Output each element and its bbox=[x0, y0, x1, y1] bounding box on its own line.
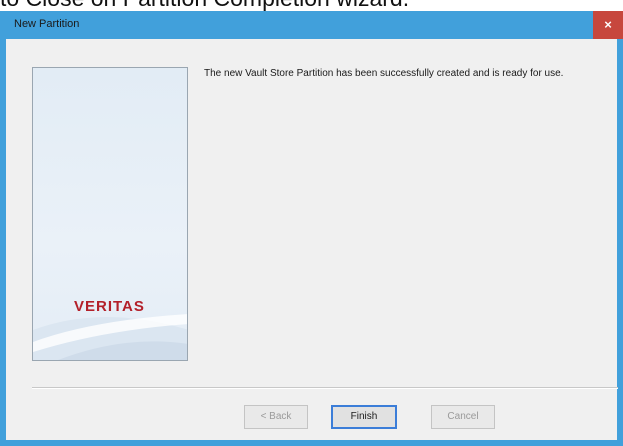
caption-text: to Close on Partition Completion wizard. bbox=[0, 0, 409, 11]
finish-button[interactable]: Finish bbox=[331, 405, 397, 429]
button-separator bbox=[32, 387, 618, 389]
wizard-side-panel: VERITAS bbox=[32, 67, 188, 361]
completion-message: The new Vault Store Partition has been s… bbox=[204, 68, 564, 79]
new-partition-dialog: New Partition × VERITAS The new Vault St… bbox=[0, 11, 623, 446]
cancel-button[interactable]: Cancel bbox=[431, 405, 495, 429]
window-title: New Partition bbox=[14, 18, 80, 30]
close-button[interactable]: × bbox=[593, 11, 623, 39]
title-bar[interactable]: New Partition × bbox=[0, 11, 623, 39]
cropped-caption: to Close on Partition Completion wizard. bbox=[0, 0, 623, 11]
veritas-logo: VERITAS bbox=[74, 298, 145, 315]
back-button[interactable]: < Back bbox=[244, 405, 308, 429]
side-panel-swoosh-graphic bbox=[33, 314, 187, 360]
